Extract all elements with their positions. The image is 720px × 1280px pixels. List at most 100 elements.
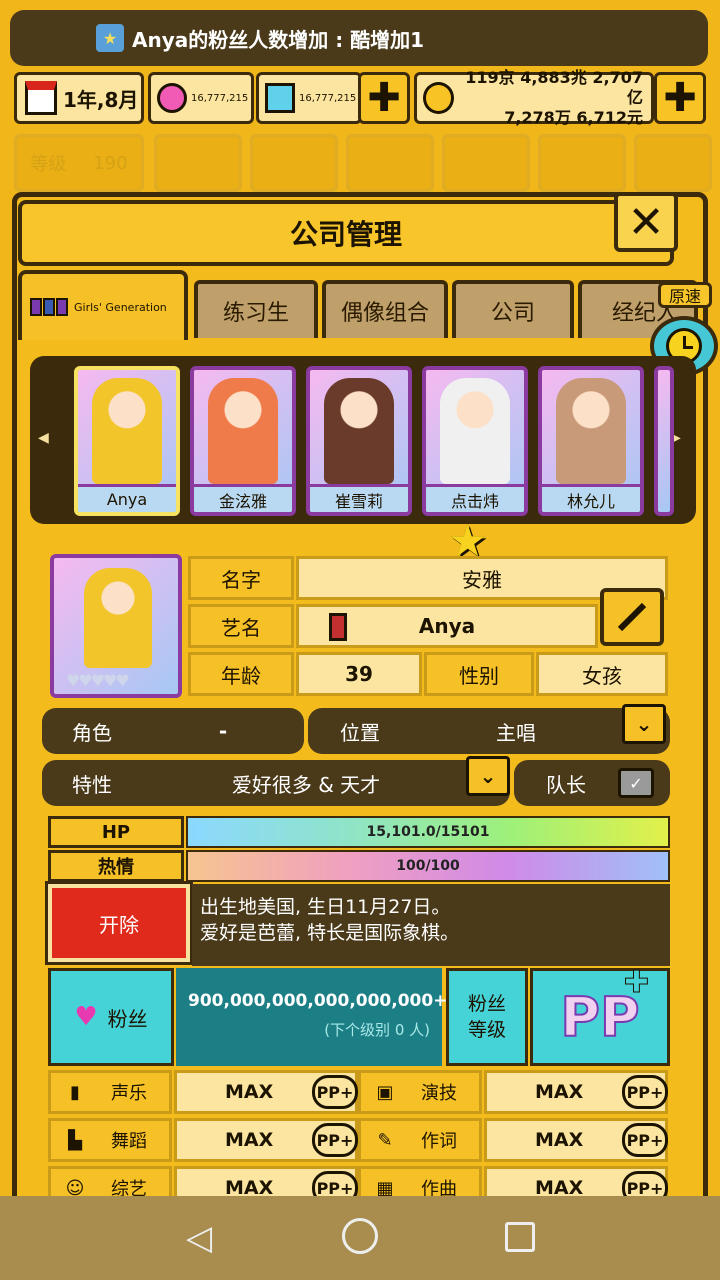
member-card-partial[interactable] bbox=[654, 366, 674, 516]
fans-label-box: ♥ 粉丝 bbox=[48, 968, 174, 1066]
buy-gems-button[interactable]: ✚ bbox=[358, 72, 410, 124]
fan-level-badge[interactable]: PP ✚ bbox=[530, 965, 670, 1066]
member-name: 点击炜 bbox=[426, 484, 524, 512]
role-value: - bbox=[218, 719, 228, 743]
pen-icon: ✎ bbox=[377, 1129, 393, 1151]
skill-label: ✎ 作词 bbox=[358, 1118, 482, 1162]
group-name: Girls' Generation bbox=[74, 300, 167, 314]
age-label: 年龄 bbox=[188, 652, 294, 696]
bio-line-1: 出生地美国, 生日11月27日。 bbox=[200, 896, 451, 918]
member-name: 金泫雅 bbox=[194, 484, 292, 512]
pink-gem-box: 16,777,215 bbox=[148, 72, 254, 124]
background-menu: 等级 190 bbox=[14, 134, 714, 194]
skill-label: ▣ 演技 bbox=[358, 1070, 482, 1114]
age-value: 39 bbox=[296, 652, 422, 696]
pink-gem-count: 16,777,215 bbox=[191, 92, 249, 104]
check-icon: ✓ bbox=[629, 773, 643, 793]
skill-name: 舞蹈 bbox=[111, 1131, 147, 1152]
blue-gem-icon bbox=[265, 83, 295, 113]
trait-dropdown[interactable]: ⌄ bbox=[466, 756, 510, 796]
recents-icon[interactable] bbox=[505, 1222, 535, 1252]
fans-count: 900,000,000,000,000,000+ 人 bbox=[188, 991, 471, 1011]
tab-idol-groups[interactable]: 偶像组合 bbox=[322, 280, 448, 338]
home-icon[interactable] bbox=[342, 1218, 378, 1254]
close-icon: ✕ bbox=[627, 196, 665, 248]
speed-label: 原速 bbox=[658, 282, 712, 308]
back-icon[interactable]: ◁ bbox=[186, 1218, 212, 1258]
fire-button[interactable]: 开除 bbox=[45, 881, 193, 965]
member-name: 林允儿 bbox=[542, 484, 640, 512]
member-card[interactable]: 崔雪莉 bbox=[306, 366, 412, 516]
member-name: Anya bbox=[78, 484, 176, 512]
fan-icon: ★ bbox=[96, 24, 124, 52]
member-portrait bbox=[556, 378, 626, 484]
member-portrait bbox=[324, 378, 394, 484]
tab-company[interactable]: 公司 bbox=[452, 280, 574, 338]
trait-value: 爱好很多 & 天才 bbox=[231, 772, 381, 797]
money-line-2: 7,278万 6,712元 bbox=[504, 108, 643, 127]
carousel-left-icon[interactable]: ◀ bbox=[38, 430, 49, 446]
shoe-icon: ▙ bbox=[68, 1129, 82, 1151]
blue-gem-box: 16,777,215 bbox=[256, 72, 362, 124]
group-icon bbox=[30, 298, 68, 316]
date-box: 1年,8月 bbox=[14, 72, 144, 124]
position-dropdown[interactable]: ⌄ bbox=[622, 704, 666, 744]
role-row: 角色 - bbox=[42, 708, 304, 754]
member-portrait bbox=[92, 378, 162, 484]
member-portrait bbox=[440, 378, 510, 484]
fans-count-box: 900,000,000,000,000,000+ 人 (下个级别 0 人) bbox=[176, 968, 471, 1066]
leader-checkbox[interactable]: ✓ bbox=[618, 768, 654, 798]
trait-row: 特性 爱好很多 & 天才 bbox=[42, 760, 510, 806]
pp-plus-button[interactable]: PP+ bbox=[622, 1123, 668, 1157]
close-button[interactable]: ✕ bbox=[614, 192, 678, 252]
pp-plus-button[interactable]: PP+ bbox=[312, 1123, 358, 1157]
hp-bar: 15,101.0/15101 bbox=[186, 816, 670, 848]
edit-name-button[interactable] bbox=[600, 588, 664, 646]
trait-label: 特性 bbox=[72, 772, 112, 797]
passion-label: 热情 bbox=[48, 850, 184, 882]
plus-icon: ✚ bbox=[623, 965, 649, 1001]
stage-name-value: Anya bbox=[296, 604, 598, 648]
fans-label: 粉丝 bbox=[107, 1006, 148, 1031]
chevron-down-icon: ⌄ bbox=[635, 712, 653, 736]
member-portrait bbox=[208, 378, 278, 484]
bio-line-2: 爱好是芭蕾, 特长是国际象棋。 bbox=[200, 922, 460, 944]
gender-value: 女孩 bbox=[536, 652, 668, 696]
member-card[interactable]: 金泫雅 bbox=[190, 366, 296, 516]
notification-text: Anya的粉丝人数增加 : 酷增加1 bbox=[132, 27, 425, 52]
heart-icon: ♥ bbox=[74, 1002, 98, 1032]
notification-banner: ★ Anya的粉丝人数增加 : 酷增加1 bbox=[10, 10, 708, 66]
skill-name: 声乐 bbox=[111, 1083, 147, 1104]
skill-name: 作词 bbox=[421, 1131, 457, 1152]
skill-label: ▙ 舞蹈 bbox=[48, 1118, 172, 1162]
tab-trainees[interactable]: 练习生 bbox=[194, 280, 318, 338]
money-line-1: 119京 4,883兆 2,707亿 bbox=[465, 68, 643, 107]
selected-member-portrait: ♥♥♥♥♥ bbox=[50, 554, 182, 698]
date-text: 1年,8月 bbox=[63, 87, 139, 112]
member-carousel[interactable]: ◀ ▶ Anya 金泫雅 崔雪莉 点击炜 林允儿 bbox=[30, 356, 696, 524]
stage-name-label: 艺名 bbox=[188, 604, 294, 648]
pp-plus-button[interactable]: PP+ bbox=[312, 1075, 358, 1109]
member-card[interactable]: 林允儿 bbox=[538, 366, 644, 516]
hearts-icon: ♥♥♥♥♥ bbox=[66, 671, 130, 690]
pencil-icon bbox=[617, 602, 647, 632]
role-label: 角色 bbox=[72, 720, 112, 745]
pp-plus-button[interactable]: PP+ bbox=[622, 1075, 668, 1109]
status-bar: 1年,8月 16,777,215 16,777,215 ✚ 119京 4,883… bbox=[8, 68, 712, 127]
camera-icon: ▣ bbox=[376, 1081, 394, 1103]
money-box: 119京 4,883兆 2,707亿 7,278万 6,712元 bbox=[414, 68, 654, 127]
member-card[interactable]: 点击炜 bbox=[422, 366, 528, 516]
tab-group[interactable]: Girls' Generation bbox=[18, 270, 188, 340]
skill-name: 演技 bbox=[421, 1083, 457, 1104]
passion-text: 100/100 bbox=[396, 858, 460, 874]
buy-money-button[interactable]: ✚ bbox=[654, 72, 706, 124]
company-management-panel bbox=[12, 192, 708, 1222]
calendar-icon bbox=[25, 81, 57, 115]
android-nav-bar: ◁ bbox=[0, 1196, 720, 1280]
name-label: 名字 bbox=[188, 556, 294, 600]
member-card[interactable]: Anya bbox=[74, 366, 180, 516]
pink-gem-icon bbox=[157, 83, 187, 113]
chevron-down-icon: ⌄ bbox=[479, 764, 497, 788]
fan-level-label: 粉丝 等级 bbox=[446, 968, 528, 1066]
blue-gem-count: 16,777,215 bbox=[299, 92, 357, 104]
